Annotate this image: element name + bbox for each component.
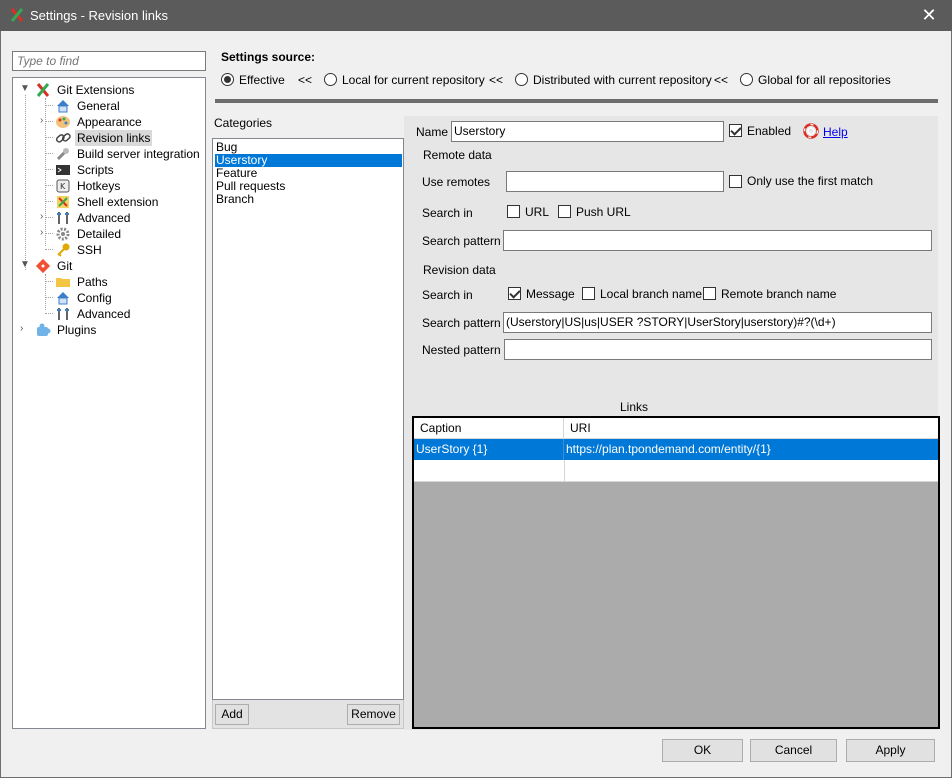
radio-local-label: Local for current repository [342,73,485,87]
radio-global[interactable] [740,73,753,86]
remote-search-pattern-label: Search pattern [422,234,501,248]
links-grid[interactable]: Caption URI UserStory {1} https://plan.t… [412,416,940,729]
table-cell-caption[interactable]: UserStory {1} [414,439,564,460]
enabled-checkbox[interactable] [729,124,742,137]
puzzle-icon [37,323,51,336]
keyboard-icon: K [56,179,70,193]
remote-branch-checkbox[interactable] [703,287,716,300]
help-icon[interactable] [803,123,819,139]
search-input[interactable] [12,51,206,71]
remote-branch-label: Remote branch name [721,287,837,301]
first-match-checkbox[interactable] [729,175,742,188]
categories-list[interactable]: Bug Userstory Feature Pull requests Bran… [212,138,404,700]
radio-local[interactable] [324,73,337,86]
chevron-right-icon[interactable]: › [40,228,50,238]
categories-label: Categories [214,116,273,130]
nested-pattern-field[interactable] [504,339,932,360]
radio-effective[interactable] [221,73,234,86]
add-button[interactable]: Add [215,704,249,725]
radio-global-label: Global for all repositories [758,73,891,87]
url-label: URL [525,205,550,219]
window-title: Settings - Revision links [30,8,168,23]
revision-search-in-label: Search in [422,288,473,302]
chevron-down-icon[interactable]: ▼ [20,260,30,270]
column-header-uri[interactable]: URI [564,418,938,439]
remote-data-heading: Remote data [423,148,492,162]
chevron-right-icon[interactable]: › [40,116,50,126]
column-header-caption[interactable]: Caption [414,418,564,439]
local-branch-label: Local branch name [600,287,703,301]
palette-icon [56,116,70,128]
build-icon [56,148,69,161]
url-checkbox[interactable] [507,205,520,218]
column-divider [564,460,565,482]
help-link[interactable]: Help [823,125,848,139]
use-remotes-field[interactable] [506,171,724,192]
remote-search-pattern-field[interactable] [503,230,932,251]
separator-bar [215,99,938,103]
push-url-label: Push URL [576,205,631,219]
home-icon [57,292,69,305]
link-icon [55,133,71,143]
tools-icon [57,308,69,320]
ok-button[interactable]: OK [662,739,743,762]
separator-text: << [714,73,729,87]
git-icon [35,258,51,274]
git-extensions-icon [36,83,50,97]
revision-search-pattern-label: Search pattern [422,316,501,330]
chevron-right-icon[interactable]: › [40,212,50,222]
revision-data-heading: Revision data [423,263,496,277]
separator-text: << [489,73,504,87]
message-label: Message [526,287,575,301]
apply-button[interactable]: Apply [846,739,935,762]
remote-search-in-label: Search in [422,206,473,220]
name-field[interactable]: Userstory [451,121,724,142]
links-title: Links [620,400,649,414]
first-match-label: Only use the first match [747,174,874,188]
nested-pattern-label: Nested pattern [422,343,501,357]
close-button[interactable]: ✕ [906,0,952,31]
shell-icon [57,196,69,208]
key-icon [57,243,70,257]
new-row[interactable] [414,460,938,482]
chevron-right-icon[interactable]: › [20,324,30,334]
list-item-branch[interactable]: Branch [215,193,402,206]
radio-distributed-label: Distributed with current repository [533,73,712,87]
git-extensions-icon [10,8,24,22]
settings-tree[interactable]: ▼ Git Extensions General › Appearance Re… [12,77,206,729]
enabled-label: Enabled [747,124,792,138]
table-cell-uri[interactable]: https://plan.tpondemand.com/entity/{1} [564,439,938,460]
radio-distributed[interactable] [515,73,528,86]
svg-text:K: K [60,182,66,191]
push-url-checkbox[interactable] [558,205,571,218]
use-remotes-label: Use remotes [422,175,491,189]
local-branch-checkbox[interactable] [582,287,595,300]
console-icon [56,165,70,175]
cancel-button[interactable]: Cancel [750,739,837,762]
home-icon [57,100,69,113]
settings-source-title: Settings source: [221,50,316,64]
name-label: Name [416,125,449,139]
gear-icon [56,227,70,241]
revision-search-pattern-field[interactable]: (Userstory|US|us|USER ?STORY|UserStory|u… [503,312,932,333]
message-checkbox[interactable] [508,287,521,300]
radio-effective-label: Effective [239,73,285,87]
chevron-down-icon[interactable]: ▼ [20,84,30,94]
title-bar[interactable]: Settings - Revision links ✕ [0,0,952,31]
separator-text: << [298,73,313,87]
remove-button[interactable]: Remove [347,704,400,725]
folder-icon [56,278,70,287]
tools-icon [57,212,69,224]
